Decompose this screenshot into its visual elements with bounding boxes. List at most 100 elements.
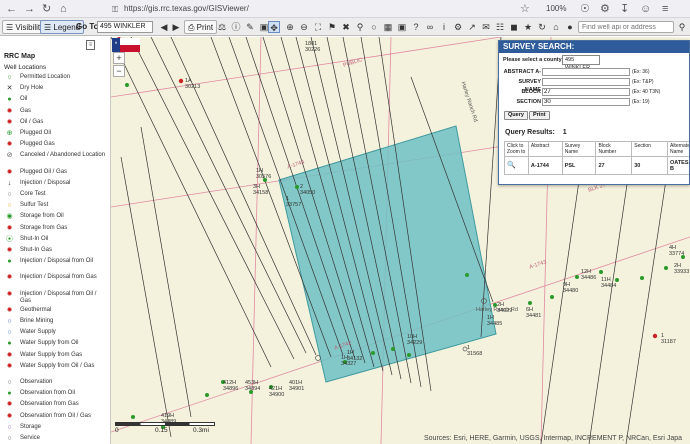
scale-end: 0.3mi bbox=[193, 427, 209, 434]
legend-item: ● Observation from Oil bbox=[4, 390, 108, 397]
block-input[interactable] bbox=[542, 88, 630, 96]
grid-icon[interactable]: ▦ bbox=[382, 21, 394, 33]
table-row[interactable]: 🔍 A-1744 PSL 27 30 OATES, B bbox=[504, 156, 689, 175]
zoom-level[interactable]: 100% bbox=[546, 3, 566, 15]
alternate-cell: OATES, B bbox=[666, 156, 689, 175]
section-cell: 30 bbox=[631, 156, 668, 175]
well-label-line: 34481 bbox=[526, 313, 542, 319]
survey-print-button[interactable]: Print bbox=[529, 111, 550, 120]
sun-icon: ✹ bbox=[6, 412, 13, 420]
well-label-line: 34327 bbox=[341, 361, 357, 367]
well-label: 401H 34901 bbox=[289, 380, 304, 392]
identify-icon[interactable]: ⓘ bbox=[230, 21, 242, 33]
legend-item-label: Water Supply from Gas bbox=[20, 351, 83, 358]
sun-bar-icon: ✹ bbox=[6, 247, 13, 254]
zoom-out-box-icon[interactable]: ⊖ bbox=[298, 21, 310, 33]
url-bar[interactable]: https://gis.rrc.texas.gov/GISViewer/ bbox=[124, 3, 249, 15]
shield-icon[interactable]: ☉ bbox=[580, 2, 590, 16]
reload-icon[interactable]: ↻ bbox=[42, 2, 51, 16]
account-icon[interactable]: ☺ bbox=[640, 2, 651, 16]
well-label: 1A 30213 bbox=[185, 78, 200, 90]
goto-select[interactable]: 495 WINKLER bbox=[97, 21, 153, 33]
sun-arrow-icon: ✹ bbox=[6, 290, 13, 298]
legend-item: ○ Water Supply bbox=[4, 329, 108, 336]
star-icon[interactable]: ★ bbox=[522, 21, 534, 33]
back-icon[interactable]: ← bbox=[6, 2, 17, 16]
info-icon[interactable]: i bbox=[438, 21, 450, 33]
legend-item: ◉ Storage from Oil bbox=[4, 213, 108, 220]
magnifier-icon[interactable]: 🔍 bbox=[507, 162, 516, 169]
extension-icon[interactable]: ⚙ bbox=[600, 2, 610, 16]
zoom-in-button[interactable]: + bbox=[113, 52, 125, 64]
well-label-line: 34901 bbox=[289, 386, 305, 392]
full-extent-icon[interactable]: ⛶ bbox=[312, 21, 324, 33]
well-label: 1 33757 bbox=[286, 196, 301, 208]
globe-icon[interactable]: ○ bbox=[368, 21, 380, 33]
well-label-line: 31187 bbox=[661, 339, 676, 345]
legend-item-label: Observation from Oil bbox=[20, 390, 76, 397]
gear-icon[interactable]: ⚙ bbox=[452, 21, 464, 33]
measure-icon[interactable]: ⚖ bbox=[216, 21, 228, 33]
well-label-line: 33933 bbox=[674, 269, 690, 275]
zoom-out-button[interactable]: − bbox=[113, 65, 125, 77]
well-label-line: 30226 bbox=[305, 47, 321, 53]
map-icon[interactable]: ▣ bbox=[396, 21, 408, 33]
abstract-input[interactable] bbox=[542, 68, 630, 76]
print-button[interactable]: ⎙ Print bbox=[184, 20, 218, 34]
link-icon[interactable]: ∞ bbox=[424, 21, 436, 33]
pan-icon[interactable]: ✥ bbox=[268, 21, 280, 33]
clear-icon[interactable]: ✖ bbox=[340, 21, 352, 33]
layers-icon: ☰ bbox=[6, 23, 16, 32]
zoom-in-box-icon[interactable]: ⊕ bbox=[284, 21, 296, 33]
col-alternate: Alternate Name bbox=[666, 141, 689, 157]
lock-map-icon[interactable]: ● bbox=[564, 21, 576, 33]
camera-icon[interactable]: ◼ bbox=[508, 21, 520, 33]
circle-outline-icon: ○ bbox=[7, 423, 12, 431]
legend-item-label: Oil / Gas bbox=[20, 118, 44, 125]
document-icon[interactable]: ≡ bbox=[86, 40, 95, 50]
selected-section-polygon[interactable] bbox=[278, 125, 497, 383]
email-icon[interactable]: ✉ bbox=[480, 21, 492, 33]
legend-item: ⊘ Canceled / Abandoned Location bbox=[4, 152, 108, 166]
circle-outline-icon: ○ bbox=[7, 191, 12, 198]
calendar-icon[interactable]: ☷ bbox=[494, 21, 506, 33]
legend-item: ✹ Shut-In Gas bbox=[4, 247, 108, 254]
forward-icon[interactable]: → bbox=[24, 2, 35, 16]
download-icon[interactable]: ↧ bbox=[620, 2, 629, 16]
legend-item: ● Injection / Disposal from Oil bbox=[4, 258, 108, 272]
search-icon[interactable]: ⚲ bbox=[354, 21, 366, 33]
menu-icon[interactable]: ≡ bbox=[662, 2, 668, 16]
section-input[interactable] bbox=[542, 98, 630, 106]
legend-item: ✹ Injection / Disposal from Oil / Gas bbox=[4, 291, 108, 305]
well-label-line: 33757 bbox=[286, 202, 302, 208]
help-icon[interactable]: ? bbox=[410, 21, 422, 33]
sun-arrow-icon: ✹ bbox=[6, 274, 13, 282]
sun-cross-icon: ✹ bbox=[6, 168, 13, 176]
dot-icon: ● bbox=[7, 340, 12, 348]
draw-icon[interactable]: ✎ bbox=[244, 21, 256, 33]
bookmark-icon[interactable]: ⚑ bbox=[326, 21, 338, 33]
survey-name-input[interactable] bbox=[542, 78, 630, 86]
legend-item: ✹ Gas bbox=[4, 108, 108, 115]
zoom-next-icon[interactable]: ▶ bbox=[170, 21, 182, 33]
export-icon[interactable]: ↗ bbox=[466, 21, 478, 33]
col-section: Section bbox=[631, 141, 668, 157]
legend-item: ✹ Oil / Gas bbox=[4, 119, 108, 126]
bookmark-star-icon[interactable]: ☆ bbox=[520, 2, 530, 16]
abstract-label: ABSTRACT A- bbox=[503, 69, 541, 75]
zoom-to-cell[interactable]: 🔍 bbox=[504, 156, 529, 175]
legend-item: ○ Sulfur Test bbox=[4, 202, 108, 209]
home-map-icon[interactable]: ⌂ bbox=[550, 21, 562, 33]
well-search-input[interactable] bbox=[578, 21, 674, 33]
zoom-previous-icon[interactable]: ◀ bbox=[158, 21, 170, 33]
well-label: 1H 30576 bbox=[256, 168, 271, 180]
search-go-icon[interactable]: ⚲ bbox=[676, 21, 688, 33]
query-button[interactable]: Query bbox=[504, 111, 528, 120]
survey-name-hint: (Ex: T&P) bbox=[632, 79, 654, 85]
legend-item-label: Water Supply bbox=[20, 329, 56, 336]
home-icon[interactable]: ⌂ bbox=[60, 2, 67, 16]
county-select[interactable]: 495 WINKLER bbox=[562, 55, 600, 71]
well-label: 11H 34484 bbox=[601, 277, 616, 289]
refresh-icon[interactable]: ↻ bbox=[536, 21, 548, 33]
sun-icon: ✹ bbox=[6, 351, 13, 359]
